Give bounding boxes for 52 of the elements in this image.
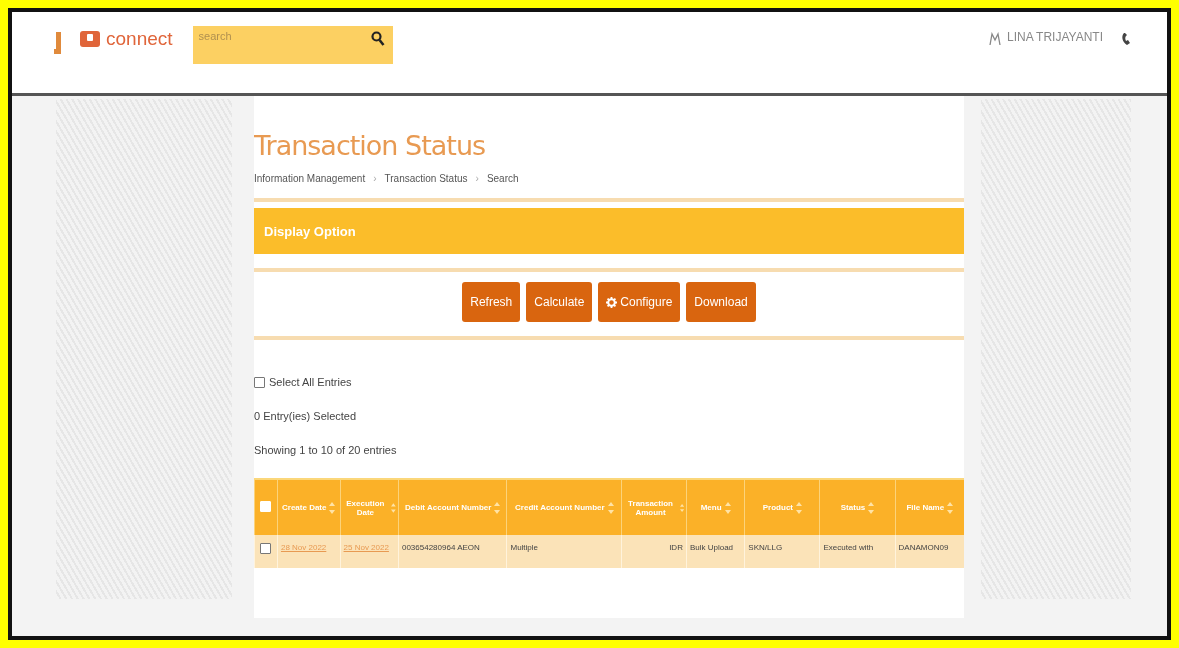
bracket-icon xyxy=(54,32,62,54)
checkbox[interactable] xyxy=(260,543,272,554)
sort-icon[interactable] xyxy=(494,501,501,514)
table-cell: IDR xyxy=(621,535,687,568)
sort-icon[interactable] xyxy=(607,501,614,514)
column-header[interactable]: Transaction Amount xyxy=(621,480,687,535)
sort-icon[interactable] xyxy=(329,501,336,514)
gear-icon xyxy=(606,296,618,308)
action-button[interactable]: Download xyxy=(686,282,756,322)
column-header[interactable]: Credit Account Number xyxy=(506,480,622,535)
column-header[interactable]: Execution Date xyxy=(340,480,399,535)
table-cell: SKN/LLG xyxy=(744,535,820,568)
logo-icon xyxy=(80,31,100,47)
sort-icon[interactable] xyxy=(868,501,875,514)
column-header[interactable]: Create Date xyxy=(277,480,341,535)
phone-icon[interactable] xyxy=(1121,32,1131,46)
column-header[interactable]: Menu xyxy=(686,480,745,535)
sort-icon[interactable] xyxy=(724,501,731,514)
search-field[interactable]: search xyxy=(192,26,393,64)
sort-icon[interactable] xyxy=(796,501,802,514)
breadcrumb-separator: › xyxy=(475,173,479,184)
table-cell: Executed with xyxy=(819,535,896,568)
entries-info: Showing 1 to 10 of 20 entries xyxy=(254,444,398,456)
breadcrumb-item: Search xyxy=(486,173,519,184)
panel-title: Display Option xyxy=(264,223,356,239)
column-header[interactable]: Debit Account Number xyxy=(398,480,507,535)
breadcrumb-item[interactable]: Transaction Status xyxy=(384,173,468,184)
checkbox-label: Select All Entries xyxy=(269,376,352,388)
action-button[interactable]: Refresh xyxy=(462,282,521,322)
checkbox[interactable] xyxy=(254,376,265,388)
sort-icon[interactable] xyxy=(947,501,954,514)
action-button[interactable]: Calculate xyxy=(526,282,593,322)
selected-count: 0 Entry(ies) Selected xyxy=(254,410,358,422)
user-name[interactable]: LINA TRIJAYANTI xyxy=(1006,30,1103,44)
user-icon xyxy=(988,32,1001,46)
table-cell: DANAMON09 xyxy=(895,535,964,568)
date-link[interactable]: 25 Nov 2022 xyxy=(343,543,389,552)
column-header[interactable]: Status xyxy=(819,480,896,535)
configure-button[interactable]: Configure xyxy=(598,282,681,322)
date-link[interactable]: 28 Nov 2022 xyxy=(280,543,327,552)
column-header[interactable]: Product xyxy=(744,480,820,535)
table-cell: Multiple xyxy=(506,535,622,568)
logo-text: connect xyxy=(106,28,173,50)
column-header[interactable]: File Name xyxy=(895,480,964,535)
display-option-bar[interactable]: Display Option xyxy=(254,208,964,254)
table-cell: Bulk Upload xyxy=(686,535,745,568)
breadcrumb-separator: › xyxy=(373,173,377,184)
table-cell: 003654280964 AEON xyxy=(398,535,507,568)
breadcrumb-item[interactable]: Information Management xyxy=(254,173,366,184)
page-title: Transaction Status xyxy=(254,130,487,161)
sort-icon[interactable] xyxy=(391,501,396,514)
search-icon[interactable] xyxy=(370,31,385,47)
